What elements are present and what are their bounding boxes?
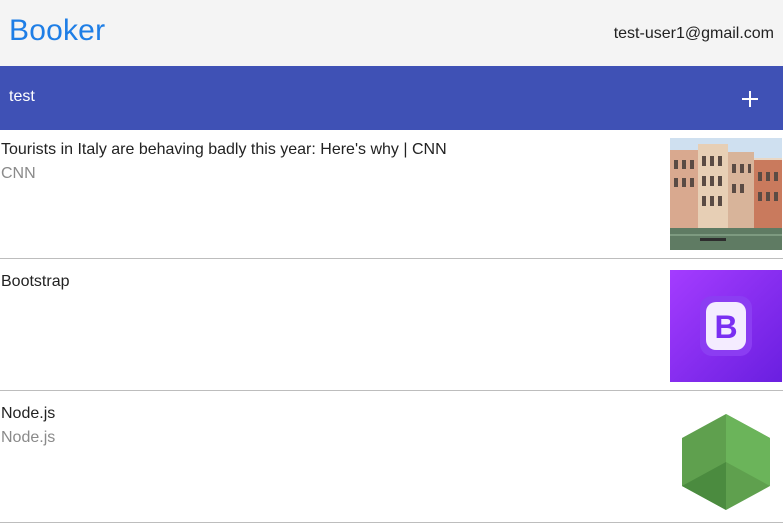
svg-text:B: B — [714, 309, 737, 345]
item-divider — [0, 522, 783, 523]
item-title[interactable]: Node.js — [1, 405, 55, 423]
item-thumbnail-venice[interactable] — [670, 138, 782, 250]
app-root: Booker test-user1@gmail.com test Tourist… — [0, 0, 783, 532]
list-header: test — [0, 66, 783, 130]
add-item-button[interactable] — [736, 85, 764, 113]
item-source: CNN — [1, 165, 36, 182]
list-item[interactable]: Tourists in Italy are behaving badly thi… — [0, 130, 783, 262]
plus-icon — [742, 91, 758, 107]
app-header: Booker test-user1@gmail.com — [0, 0, 783, 66]
venice-canal-photo — [670, 138, 782, 250]
item-source: Node.js — [1, 429, 56, 446]
item-title[interactable]: Tourists in Italy are behaving badly thi… — [1, 141, 447, 159]
nodejs-logo — [682, 414, 770, 510]
item-title[interactable]: Bootstrap — [1, 273, 69, 291]
app-logo-text[interactable]: Booker — [9, 14, 105, 48]
item-thumbnail-bootstrap[interactable]: B — [670, 270, 782, 382]
list-item[interactable]: Node.js Node.js — [0, 394, 783, 526]
item-thumbnail-nodejs[interactable] — [670, 402, 782, 514]
list-title: test — [9, 88, 35, 105]
item-divider — [0, 390, 783, 391]
list-item[interactable]: Bootstrap B — [0, 262, 783, 394]
bootstrap-logo: B — [670, 270, 782, 382]
item-divider — [0, 258, 783, 259]
user-email[interactable]: test-user1@gmail.com — [614, 25, 774, 43]
